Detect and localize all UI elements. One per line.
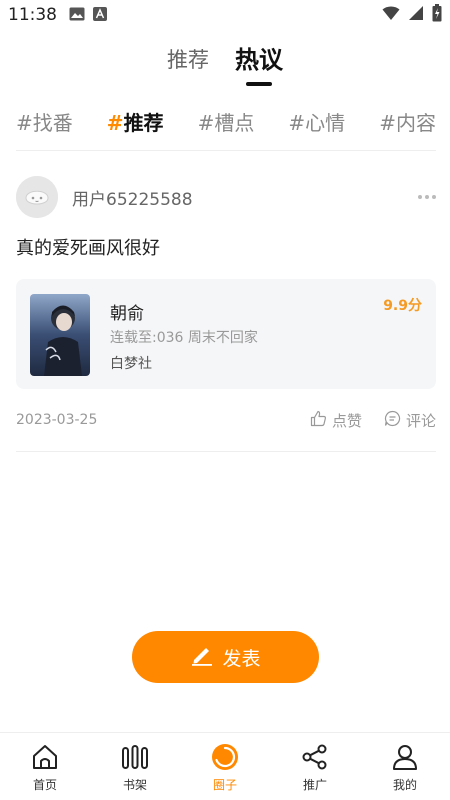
like-button[interactable]: 点赞 <box>310 410 362 431</box>
username[interactable]: 用户65225588 <box>72 185 193 210</box>
user-icon <box>390 742 420 772</box>
tag-content[interactable]: #内容 <box>379 107 436 136</box>
post-footer: 2023-03-25 点赞 评论 <box>16 409 436 431</box>
tab-hot-discussion[interactable]: 热议 <box>235 40 283 86</box>
more-options-icon[interactable] <box>418 189 436 205</box>
nav-bookshelf[interactable]: 书架 <box>90 733 180 800</box>
tag-recommend[interactable]: #推荐 <box>107 107 164 136</box>
avatar[interactable] <box>16 176 58 218</box>
edit-pen-icon <box>190 644 214 670</box>
nav-circle[interactable]: 圈子 <box>180 733 270 800</box>
bottom-navigation: 首页 书架 圈子 推广 我的 <box>0 732 450 800</box>
share-icon <box>300 742 330 772</box>
battery-icon <box>432 4 442 26</box>
hashtag-filter-bar: #找番 #推荐 #槽点 #心情 #内容 <box>16 104 436 138</box>
book-publisher: 白梦社 <box>110 356 152 372</box>
book-title: 朝俞 <box>110 304 144 324</box>
wifi-icon <box>382 5 400 25</box>
tag-complaints[interactable]: #槽点 <box>198 107 255 136</box>
comment-icon <box>384 410 401 431</box>
post-actions: 点赞 评论 <box>310 410 436 431</box>
gallery-notification-icon <box>69 6 85 25</box>
nav-promote[interactable]: 推广 <box>270 733 360 800</box>
thumbs-up-icon <box>310 410 327 431</box>
home-icon <box>30 742 60 772</box>
post-text: 真的爱死画风很好 <box>16 238 160 259</box>
post-header: 用户65225588 <box>16 170 436 224</box>
tag-mood[interactable]: #心情 <box>288 107 345 136</box>
tag-find-anime[interactable]: #找番 <box>16 107 73 136</box>
status-indicators <box>382 4 442 26</box>
circle-icon <box>210 742 240 772</box>
divider <box>16 451 436 452</box>
nav-mine[interactable]: 我的 <box>360 733 450 800</box>
status-time: 11:38 <box>8 5 57 25</box>
post-card: 用户65225588 真的爱死画风很好 朝俞 连载至:036 周末不回家 白梦社… <box>16 170 436 431</box>
book-update-status: 连载至:036 周末不回家 <box>110 330 258 346</box>
book-score: 9.9分 <box>383 298 422 314</box>
comment-button[interactable]: 评论 <box>384 410 436 431</box>
bookshelf-icon <box>120 742 150 772</box>
active-tab-indicator <box>246 82 272 86</box>
book-card[interactable]: 朝俞 连载至:036 周末不回家 白梦社 9.9分 <box>16 279 436 389</box>
status-bar: 11:38 <box>0 0 450 30</box>
publish-button[interactable]: 发表 <box>132 631 319 683</box>
signal-icon <box>408 5 424 25</box>
font-notification-icon <box>93 6 107 25</box>
top-tabs: 推荐 热议 <box>0 40 450 90</box>
book-cover-image <box>30 294 90 376</box>
divider <box>16 150 436 151</box>
tab-recommend[interactable]: 推荐 <box>167 40 209 74</box>
nav-home[interactable]: 首页 <box>0 733 90 800</box>
post-date: 2023-03-25 <box>16 412 98 428</box>
